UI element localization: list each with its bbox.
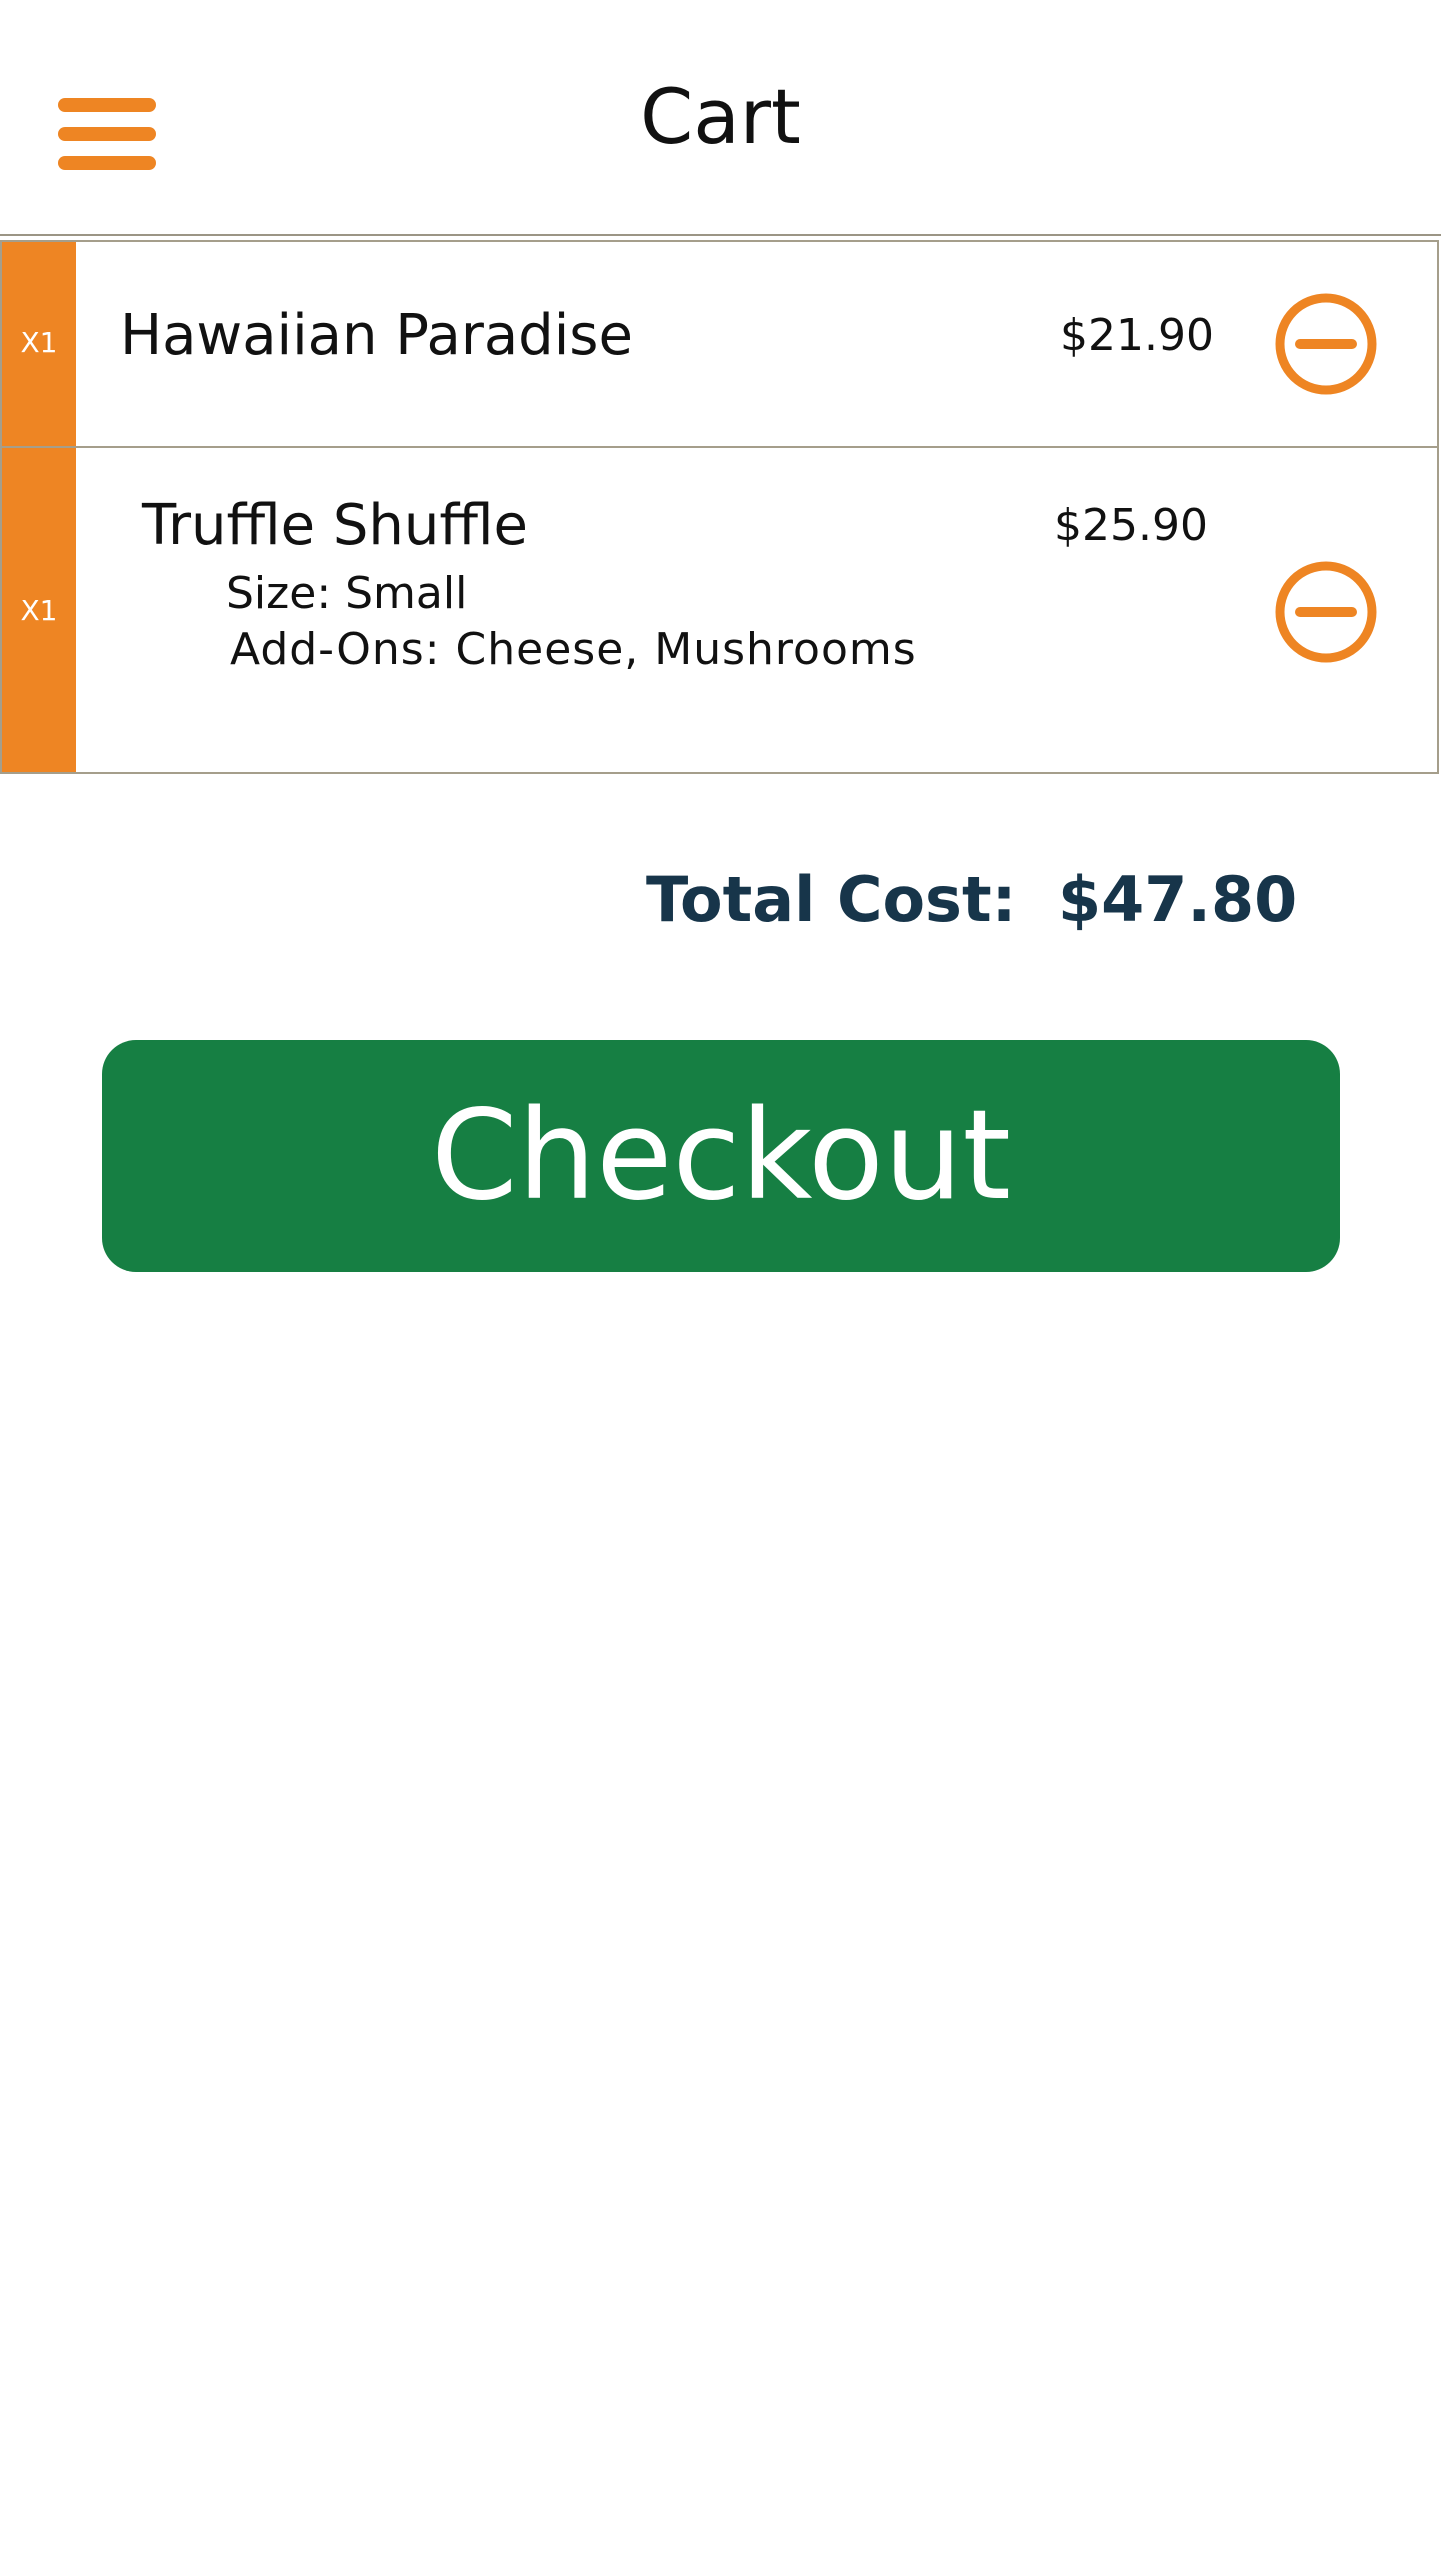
item-price: $25.90 bbox=[1054, 500, 1208, 551]
item-size: Size: Small bbox=[226, 568, 468, 619]
remove-item-button[interactable] bbox=[1274, 292, 1378, 396]
item-name: Hawaiian Paradise bbox=[120, 303, 633, 368]
item-addons: Add-Ons: Cheese, Mushrooms bbox=[230, 624, 917, 675]
app-header: Cart bbox=[0, 0, 1441, 236]
quantity-strip: X1 bbox=[2, 448, 79, 772]
minus-circle-icon bbox=[1275, 293, 1377, 395]
quantity-label: X1 bbox=[20, 594, 58, 627]
item-name: Truffle Shuffle bbox=[142, 493, 529, 558]
page-title: Cart bbox=[640, 72, 801, 161]
minus-circle-icon bbox=[1275, 561, 1377, 663]
item-price: $21.90 bbox=[1060, 310, 1214, 361]
remove-item-button[interactable] bbox=[1274, 560, 1378, 664]
total-row: Total Cost: $47.80 bbox=[0, 860, 1441, 940]
quantity-strip: X1 bbox=[2, 242, 79, 446]
cart-item: X1 Truffle Shuffle $25.90 Size: Small Ad… bbox=[0, 446, 1439, 774]
header-divider bbox=[0, 234, 1441, 236]
cart-item: X1 Hawaiian Paradise $21.90 bbox=[0, 240, 1439, 448]
total-cost-value: $47.80 bbox=[1058, 863, 1298, 936]
quantity-label: X1 bbox=[20, 326, 58, 359]
checkout-button[interactable]: Checkout bbox=[102, 1040, 1340, 1272]
total-cost-label: Total Cost: bbox=[646, 863, 1017, 936]
